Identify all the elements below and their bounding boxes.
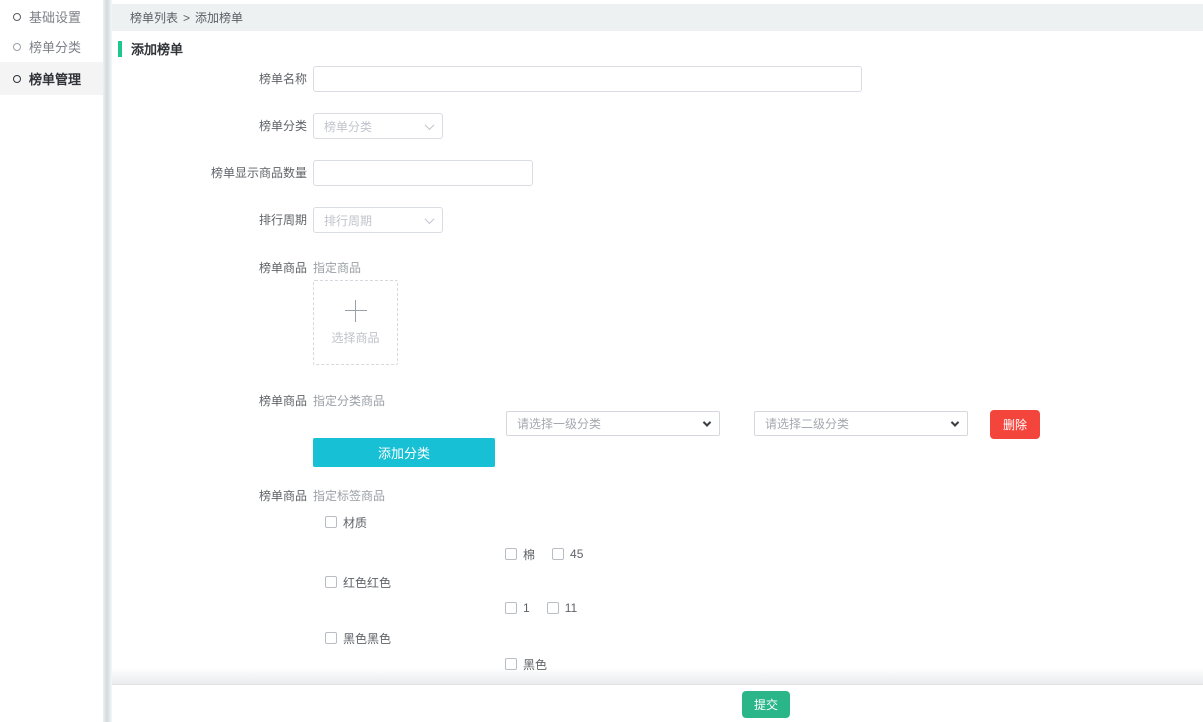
display-count-label: 榜单显示商品数量 <box>112 160 307 186</box>
tag-group-label: 红色红色 <box>343 574 391 591</box>
field-row-name: 榜单名称 <box>112 66 1203 92</box>
section-accent-bar <box>118 41 122 57</box>
tag-child-checkbox[interactable] <box>505 602 517 614</box>
tag-children-row: 1 11 <box>505 600 588 616</box>
breadcrumb-current: 添加榜单 <box>195 9 243 26</box>
sidebar-item-list-management[interactable]: 榜单管理 <box>0 62 103 95</box>
field-row-cycle: 排行周期 排行周期 <box>112 207 1203 233</box>
field-row-tag-goods-label: 榜单商品 指定标签商品 <box>112 487 1203 505</box>
add-ranking-page: 基础设置 榜单分类 榜单管理 榜单列表 > 添加榜单 添加榜单 榜单名称 <box>0 0 1203 722</box>
sidebar-item-label: 基础设置 <box>29 7 81 26</box>
cycle-label: 排行周期 <box>112 207 307 233</box>
sidebar-item-label: 榜单管理 <box>29 69 81 88</box>
name-input[interactable] <box>313 66 862 92</box>
level2-category-placeholder: 请选择二级分类 <box>765 415 849 432</box>
circle-icon <box>13 13 21 21</box>
chevron-down-icon <box>703 418 711 426</box>
category-label: 榜单分类 <box>112 113 307 139</box>
chevron-down-icon <box>951 418 959 426</box>
main-content: 榜单列表 > 添加榜单 添加榜单 榜单名称 榜单分类 榜单分类 榜单显示商品数量 <box>112 0 1203 722</box>
tag-child-label: 45 <box>570 547 583 561</box>
footer-divider <box>112 668 1203 685</box>
tag-child-label: 棉 <box>523 546 535 563</box>
submit-button[interactable]: 提交 <box>742 691 790 718</box>
field-row-category-goods-label: 榜单商品 指定分类商品 <box>112 392 1203 410</box>
goods-label: 榜单商品 <box>112 392 307 410</box>
tag-group-row: 红色红色 <box>325 574 391 590</box>
delete-category-button[interactable]: 删除 <box>990 410 1040 439</box>
tag-children-row: 棉 45 <box>505 546 594 562</box>
tag-child-checkbox[interactable] <box>552 548 564 560</box>
goods-sublabel-tag: 指定标签商品 <box>313 487 385 505</box>
field-row-specified-goods-label: 榜单商品 指定商品 <box>112 259 1203 277</box>
display-count-input[interactable] <box>313 160 533 186</box>
tag-group-row: 材质 <box>325 514 367 530</box>
level1-category-placeholder: 请选择一级分类 <box>517 415 601 432</box>
select-products-picker[interactable]: 选择商品 <box>313 280 398 365</box>
chevron-down-icon <box>425 120 435 130</box>
tag-group-label: 材质 <box>343 514 367 531</box>
name-label: 榜单名称 <box>112 66 307 92</box>
add-category-button[interactable]: 添加分类 <box>313 438 495 467</box>
page-title: 添加榜单 <box>131 39 183 58</box>
picker-text: 选择商品 <box>331 329 379 346</box>
level2-category-select[interactable]: 请选择二级分类 <box>754 411 968 436</box>
sidebar-divider <box>103 0 112 722</box>
cycle-select[interactable]: 排行周期 <box>313 207 443 233</box>
goods-sublabel-specified: 指定商品 <box>313 259 361 277</box>
section-header: 添加榜单 <box>118 40 183 57</box>
goods-label: 榜单商品 <box>112 259 307 277</box>
sidebar-item-basic-settings[interactable]: 基础设置 <box>0 1 103 32</box>
tag-child-checkbox[interactable] <box>505 548 517 560</box>
sidebar: 基础设置 榜单分类 榜单管理 <box>0 0 103 722</box>
field-row-category: 榜单分类 榜单分类 <box>112 113 1203 139</box>
tag-child-label: 11 <box>565 601 577 615</box>
tag-child-label: 1 <box>523 601 530 615</box>
breadcrumb-link-list[interactable]: 榜单列表 <box>130 9 178 26</box>
plus-icon <box>345 300 367 322</box>
tag-group-checkbox[interactable] <box>325 576 337 588</box>
breadcrumb: 榜单列表 > 添加榜单 <box>112 4 1203 31</box>
tag-group-label: 黑色黑色 <box>343 630 391 647</box>
sidebar-item-list-category[interactable]: 榜单分类 <box>0 31 103 62</box>
category-select[interactable]: 榜单分类 <box>313 113 443 139</box>
circle-icon <box>13 43 21 51</box>
tag-group-row: 黑色黑色 <box>325 630 391 646</box>
circle-icon <box>13 75 21 83</box>
breadcrumb-separator: > <box>183 11 190 25</box>
level1-category-select[interactable]: 请选择一级分类 <box>506 411 720 436</box>
goods-label: 榜单商品 <box>112 487 307 505</box>
tag-child-checkbox[interactable] <box>547 602 559 614</box>
cycle-select-placeholder: 排行周期 <box>324 212 372 229</box>
sidebar-item-label: 榜单分类 <box>29 37 81 56</box>
tag-group-checkbox[interactable] <box>325 632 337 644</box>
field-row-display-count: 榜单显示商品数量 <box>112 160 1203 186</box>
category-select-placeholder: 榜单分类 <box>324 118 372 135</box>
goods-sublabel-category: 指定分类商品 <box>313 392 385 410</box>
chevron-down-icon <box>425 214 435 224</box>
tag-group-checkbox[interactable] <box>325 516 337 528</box>
